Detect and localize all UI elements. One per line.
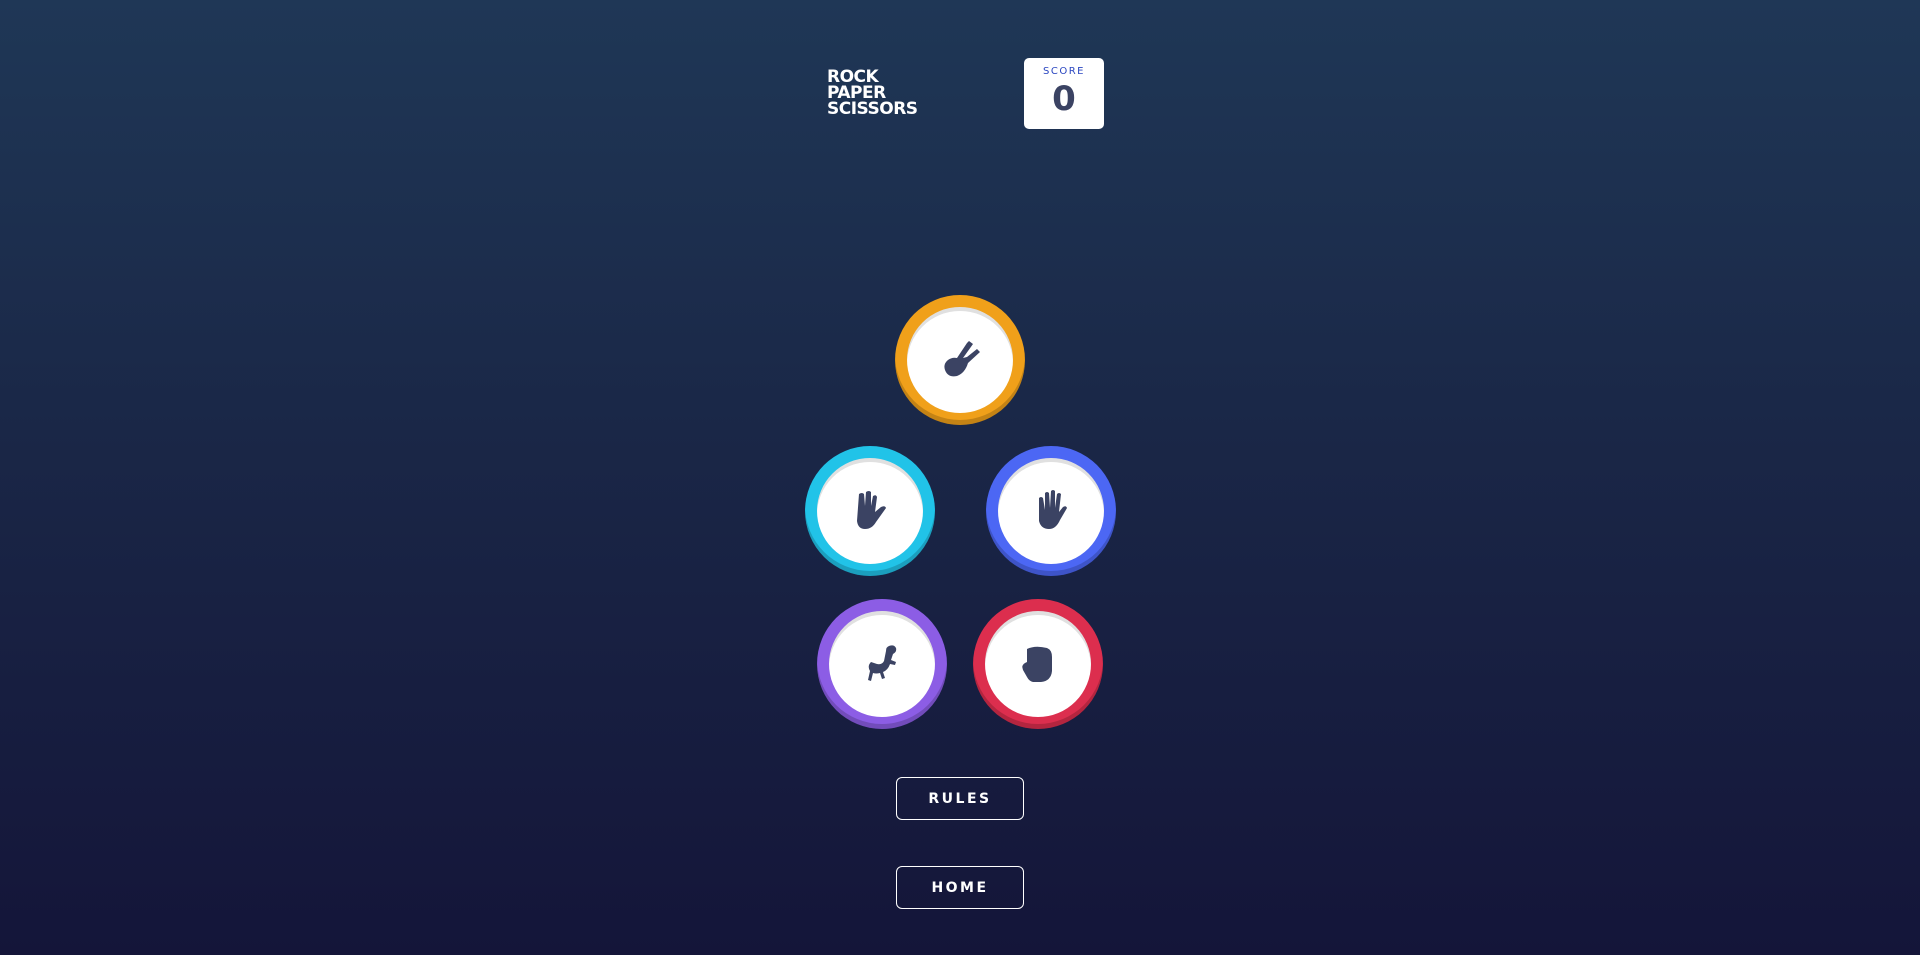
score-box: SCORE 0 bbox=[1024, 58, 1104, 129]
spock-token[interactable] bbox=[805, 446, 935, 576]
header: ROCK PAPER SCISSORS SCORE 0 bbox=[0, 0, 1920, 140]
score-label: SCORE bbox=[1043, 66, 1085, 77]
lizard-token-face bbox=[829, 611, 935, 717]
spock-token-face bbox=[817, 458, 923, 564]
rock-token-face bbox=[985, 611, 1091, 717]
scissors-token-face bbox=[907, 307, 1013, 413]
lizard-icon bbox=[868, 645, 897, 681]
scissors-token[interactable] bbox=[895, 295, 1025, 425]
game-logo-title: ROCK PAPER SCISSORS bbox=[827, 69, 918, 119]
title-line-scissors: SCISSORS bbox=[827, 99, 918, 119]
spock-icon bbox=[857, 491, 886, 529]
paper-token[interactable] bbox=[986, 446, 1116, 576]
rules-button[interactable]: RULES bbox=[896, 777, 1024, 820]
paper-token-face bbox=[998, 458, 1104, 564]
rock-icon bbox=[1022, 646, 1052, 682]
rock-token[interactable] bbox=[973, 599, 1103, 729]
score-value: 0 bbox=[1052, 79, 1076, 119]
paper-icon bbox=[1039, 490, 1067, 529]
scissors-icon bbox=[944, 341, 980, 377]
home-button[interactable]: HOME bbox=[896, 866, 1024, 909]
lizard-token[interactable] bbox=[817, 599, 947, 729]
